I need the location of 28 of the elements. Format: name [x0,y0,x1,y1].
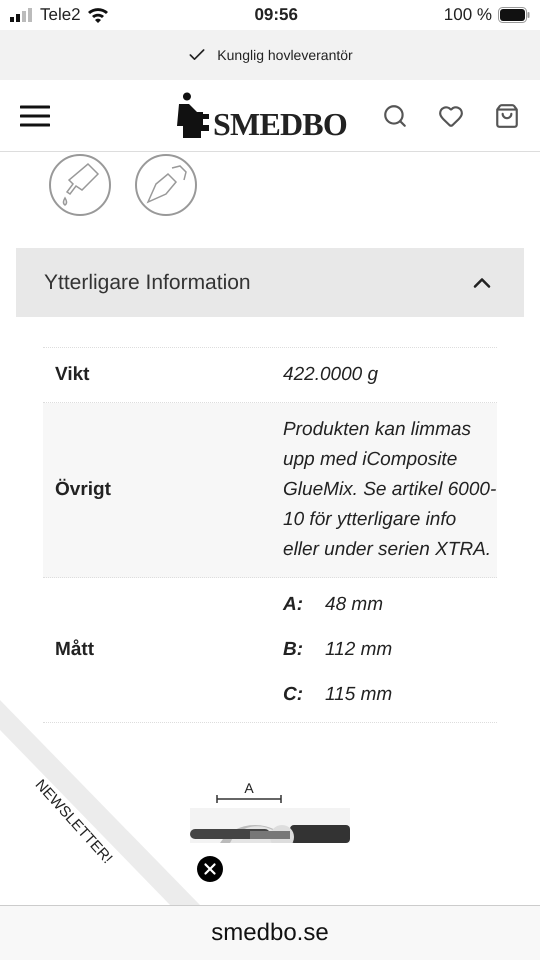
url-text[interactable]: smedbo.se [211,915,329,951]
spec-value: Produkten kan limmas upp med iComposite GlueMix. Se artikel 6000-10 för ytterligare info eller under serien XTRA. [283,418,497,562]
spec-value: 422.0000 g [283,363,380,387]
dimension-key: A: [283,590,305,620]
close-button[interactable] [197,856,223,882]
dimension-value: 115 mm [325,683,392,707]
spec-label: Mått [55,638,94,660]
dimension-key: C: [283,680,305,710]
spec-label: Övrigt [55,478,111,500]
dimension-value: 112 mm [325,638,392,662]
spec-label: Vikt [55,364,90,385]
banner-text: Kunglig hovleverantör [217,46,353,65]
signal-icon [10,8,34,22]
accordion-header[interactable]: Ytterligare Information [16,248,524,317]
dimension-key: B: [283,635,305,665]
dimension-line [216,795,282,803]
battery-icon [498,7,530,23]
bag-icon[interactable] [494,102,520,128]
search-icon[interactable] [382,102,408,128]
dimension-label: A [244,781,254,795]
wifi-icon [86,7,109,23]
battery-percent: 100 % [444,4,492,26]
dimension-value: 48 mm [325,593,384,617]
glue-bottle-icon [48,154,112,216]
menu-icon[interactable] [20,104,50,126]
carrier-name: Tele2 [40,4,81,26]
clock-time: 09:56 [254,4,298,26]
logo-text[interactable]: SMEDBO [213,108,347,140]
